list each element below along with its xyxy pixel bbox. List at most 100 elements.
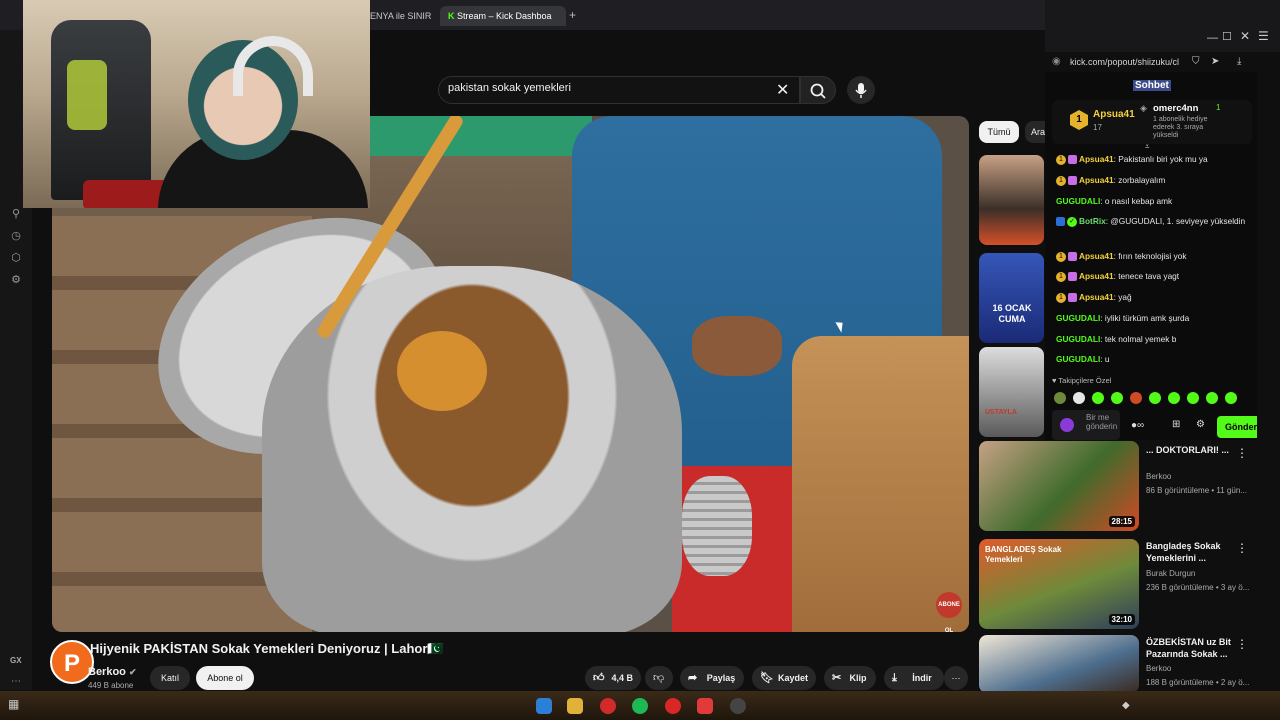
history-icon[interactable]: ◷ bbox=[8, 228, 24, 244]
rec-meta: 86 B görüntüleme • 11 gün... bbox=[1146, 486, 1247, 495]
rec-thumb-2[interactable]: 16 OCAK CUMA bbox=[979, 253, 1044, 343]
search-button[interactable] bbox=[800, 76, 836, 104]
rec-thumb-1[interactable] bbox=[979, 155, 1044, 245]
shield-icon[interactable]: ⛉ bbox=[1192, 56, 1200, 67]
chat-username[interactable]: Apsua41 bbox=[1079, 271, 1114, 281]
subscribe-button[interactable]: Abone ol bbox=[196, 666, 254, 690]
rec-thumb-6[interactable] bbox=[979, 635, 1139, 693]
clip-button[interactable]: ✂ Klip bbox=[824, 666, 876, 690]
filter-chip-all[interactable]: Tümü bbox=[979, 121, 1019, 143]
emote-icon[interactable] bbox=[1206, 392, 1218, 404]
emote-icon[interactable] bbox=[1111, 392, 1123, 404]
record-icon[interactable] bbox=[665, 698, 681, 714]
chevron-down-icon[interactable]: ⩡ bbox=[1145, 142, 1150, 152]
emote-picker-icon[interactable] bbox=[1060, 418, 1074, 432]
sidebar-more-icon[interactable]: ⋯ bbox=[11, 676, 21, 687]
popout-url[interactable]: kick.com/popout/shiizuku/cl bbox=[1070, 57, 1179, 67]
emote-icon[interactable] bbox=[1054, 392, 1066, 404]
more-icon: ⋯ bbox=[951, 673, 961, 683]
tab-kick-dashboard[interactable]: K Stream – Kick Dashboa bbox=[440, 6, 566, 26]
emote-icon[interactable] bbox=[1225, 392, 1237, 404]
settings-icon[interactable]: ⚙ bbox=[1196, 419, 1205, 430]
tab-kick-dashboard-label: Stream – Kick Dashboa bbox=[457, 11, 552, 21]
chat-message: GUGUDALI: u bbox=[1056, 353, 1254, 365]
spotify-icon[interactable] bbox=[632, 698, 648, 714]
top-gifter-name[interactable]: Apsua41 bbox=[1093, 109, 1135, 120]
chat-username[interactable]: GUGUDALI bbox=[1056, 196, 1100, 206]
popout-window-bar bbox=[1045, 0, 1280, 52]
chat-username[interactable]: GUGUDALI bbox=[1056, 354, 1100, 364]
emote-icon[interactable] bbox=[1130, 392, 1142, 404]
menu-icon[interactable]: ☰ bbox=[1258, 29, 1269, 43]
pin-icon[interactable]: ⚲ bbox=[8, 206, 24, 222]
chat-message: 1 Apsua41: tenece tava yagt bbox=[1056, 270, 1254, 282]
points-icon[interactable]: ●∞ bbox=[1131, 420, 1144, 431]
rec-channel[interactable]: Berkoo bbox=[1146, 664, 1171, 673]
close-popout-icon[interactable]: ✕ bbox=[1240, 29, 1250, 43]
like-button[interactable]: 👍︎ 4,4 B bbox=[585, 666, 641, 690]
like-icon: 👍︎ bbox=[593, 672, 605, 684]
chat-username[interactable]: Apsua41 bbox=[1079, 175, 1114, 185]
edge-icon[interactable] bbox=[536, 698, 552, 714]
emote-icon[interactable] bbox=[1187, 392, 1199, 404]
emote-icon[interactable] bbox=[1073, 392, 1085, 404]
chat-username[interactable]: Apsua41 bbox=[1079, 251, 1114, 261]
settings-icon[interactable]: ⚙ bbox=[8, 272, 24, 288]
save-label: Kaydet bbox=[777, 673, 808, 683]
chat-username[interactable]: BotRix bbox=[1079, 216, 1106, 226]
send-icon[interactable]: ➤ bbox=[1211, 56, 1219, 67]
download-label: İndir bbox=[912, 673, 932, 683]
chat-username[interactable]: GUGUDALI bbox=[1056, 313, 1100, 323]
download-button[interactable]: ⤓ İndir bbox=[884, 666, 944, 690]
channel-name[interactable]: Berkoo ✔ bbox=[88, 666, 137, 678]
gift-icon[interactable]: ⊞ bbox=[1172, 419, 1180, 430]
popout-globe-icon: ◉ bbox=[1052, 56, 1061, 67]
emote-icon[interactable] bbox=[1149, 392, 1161, 404]
download-icon[interactable]: ⤓ bbox=[1237, 56, 1241, 67]
gifter-name[interactable]: omerc4nn bbox=[1153, 103, 1198, 114]
close-icon[interactable]: ✕ bbox=[776, 80, 789, 100]
folder-icon[interactable] bbox=[567, 698, 583, 714]
chat-text: yağ bbox=[1118, 292, 1132, 302]
chat-username[interactable]: GUGUDALI bbox=[1056, 334, 1100, 344]
rec-thumb-3[interactable]: USTAYLA bbox=[979, 347, 1044, 437]
more-icon[interactable]: ⋮ bbox=[1236, 446, 1248, 460]
emote-icon[interactable] bbox=[1168, 392, 1180, 404]
tab-chat[interactable]: Sohbet bbox=[1133, 80, 1171, 91]
app-icon[interactable] bbox=[697, 698, 713, 714]
obs-icon[interactable] bbox=[730, 698, 746, 714]
rec-thumb-4[interactable]: 28:15 bbox=[979, 441, 1139, 531]
rank-badge-icon: 1 bbox=[1056, 154, 1066, 165]
more-actions-button[interactable]: ⋯ bbox=[944, 666, 968, 690]
chat-username[interactable]: Apsua41 bbox=[1079, 292, 1114, 302]
chat-input[interactable]: Bir me gönderin bbox=[1052, 410, 1120, 440]
chat-text: Pakistanlı biri yok mu ya bbox=[1118, 154, 1208, 164]
send-button[interactable]: Gönder bbox=[1217, 416, 1257, 438]
search-input[interactable]: pakistan sokak yemekleri bbox=[448, 82, 571, 94]
network-icon[interactable]: ◆ bbox=[1122, 700, 1130, 711]
extensions-icon[interactable]: ⬡ bbox=[8, 250, 24, 266]
emote-icon[interactable] bbox=[1092, 392, 1104, 404]
maximize-icon[interactable]: ☐ bbox=[1222, 30, 1232, 43]
rec-thumb-5[interactable]: BANGLADEŞ Sokak Yemekleri 32:10 bbox=[979, 539, 1139, 629]
gifter-count: 1 bbox=[1216, 103, 1221, 112]
chat-username[interactable]: Apsua41 bbox=[1079, 154, 1114, 164]
subscribe-watermark[interactable]: ABONE OL bbox=[936, 592, 962, 634]
join-button[interactable]: Katıl bbox=[150, 666, 190, 690]
more-icon[interactable]: ⋮ bbox=[1236, 541, 1248, 555]
share-button[interactable]: ➦ Paylaş bbox=[680, 666, 744, 690]
rec-channel[interactable]: Burak Durgun bbox=[1146, 569, 1195, 578]
new-tab-button[interactable]: + bbox=[569, 8, 576, 22]
opera-gx-icon[interactable] bbox=[600, 698, 616, 714]
start-icon[interactable]: ▦ bbox=[8, 697, 19, 711]
more-icon[interactable]: ⋮ bbox=[1236, 637, 1248, 651]
subscriber-count: 449 B abone bbox=[88, 681, 134, 690]
rec-channel[interactable]: Berkoo bbox=[1146, 472, 1171, 481]
download-icon: ⤓ bbox=[892, 672, 897, 684]
dislike-button[interactable]: 👎︎ bbox=[645, 666, 673, 690]
save-button[interactable]: 🔖︎ Kaydet bbox=[752, 666, 816, 690]
voice-search-button[interactable] bbox=[847, 76, 875, 104]
minimize-icon[interactable]: — bbox=[1207, 32, 1218, 44]
tab-enya[interactable]: ENYA ile SINIRS bbox=[370, 6, 432, 26]
gift-icon: ◈ bbox=[1140, 103, 1147, 113]
